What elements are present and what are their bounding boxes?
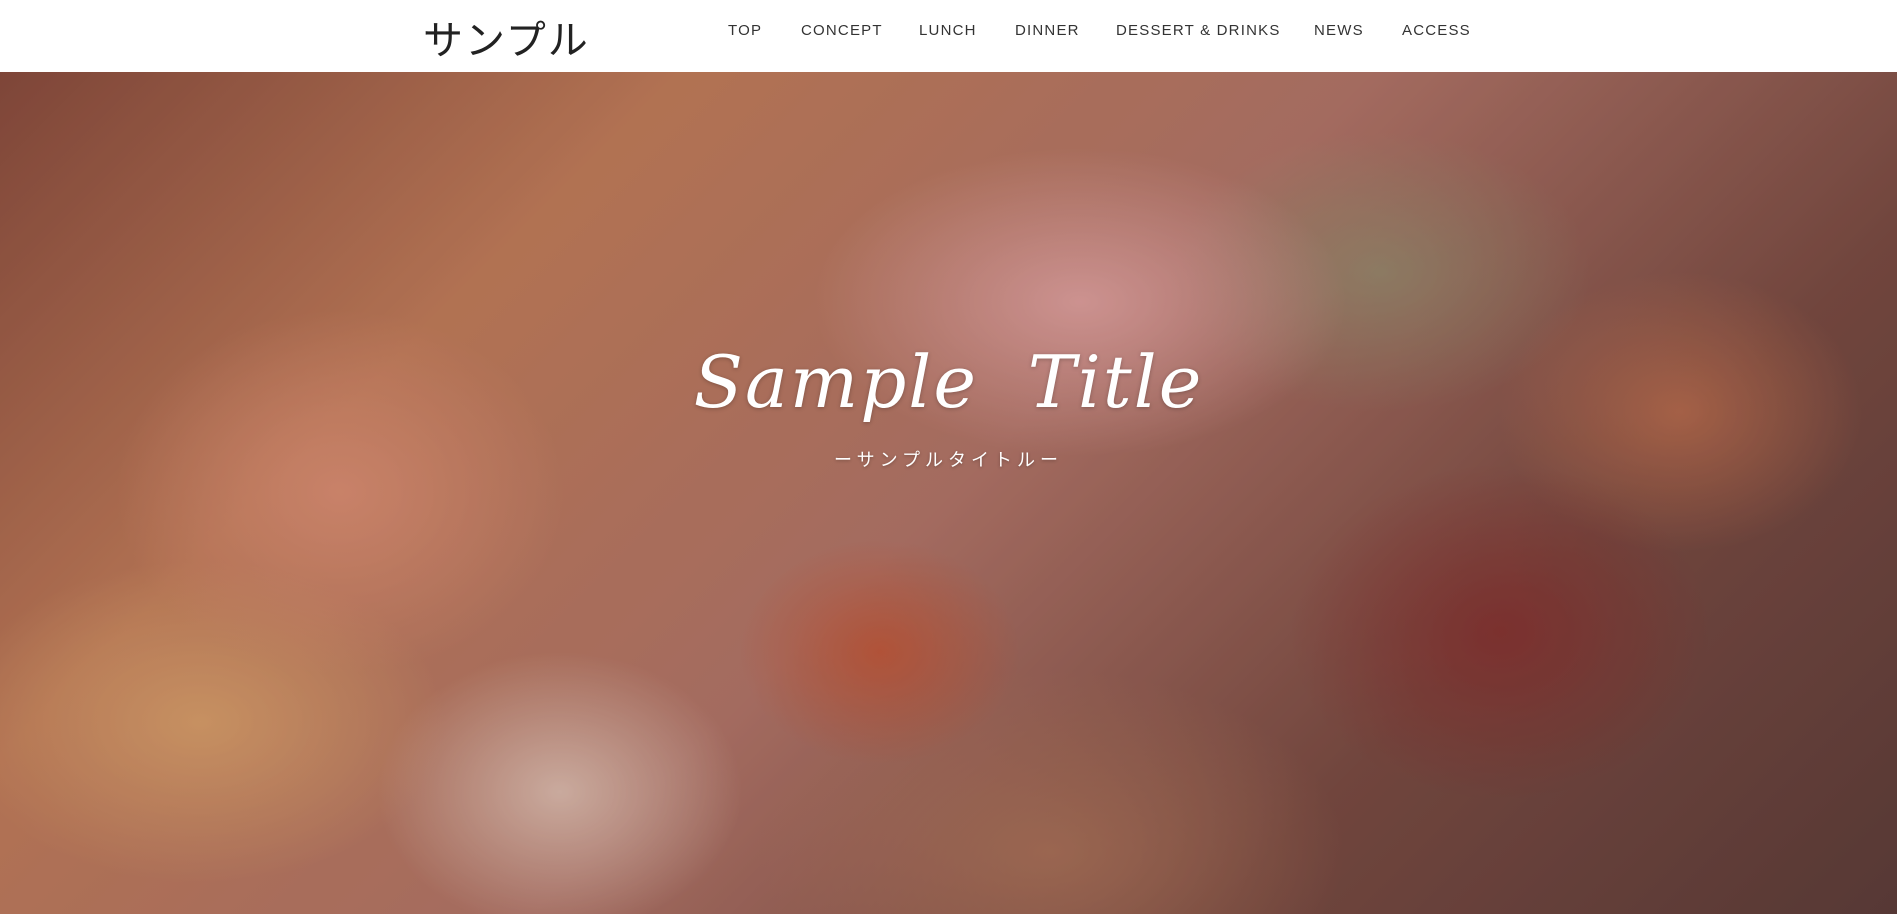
nav-item-access[interactable]: ACCESS	[1402, 22, 1471, 39]
nav-item-news[interactable]: NEWS	[1314, 22, 1364, 39]
main-nav: TOP CONCEPT LUNCH DINNER DESSERT & DRINK…	[0, 22, 1897, 42]
hero-title: Sample Title	[693, 340, 1204, 424]
nav-item-top[interactable]: TOP	[728, 22, 762, 39]
nav-item-lunch[interactable]: LUNCH	[919, 22, 977, 39]
nav-item-dinner[interactable]: DINNER	[1015, 22, 1080, 39]
nav-item-concept[interactable]: CONCEPT	[801, 22, 883, 39]
hero-section: Sample Title ーサンプルタイトルー	[0, 72, 1897, 914]
hero-subtitle: ーサンプルタイトルー	[833, 450, 1064, 471]
hero-overlay	[0, 72, 1897, 914]
site-header: サンプル TOP CONCEPT LUNCH DINNER DESSERT & …	[0, 0, 1897, 72]
nav-item-dessert-drinks[interactable]: DESSERT & DRINKS	[1116, 22, 1281, 39]
